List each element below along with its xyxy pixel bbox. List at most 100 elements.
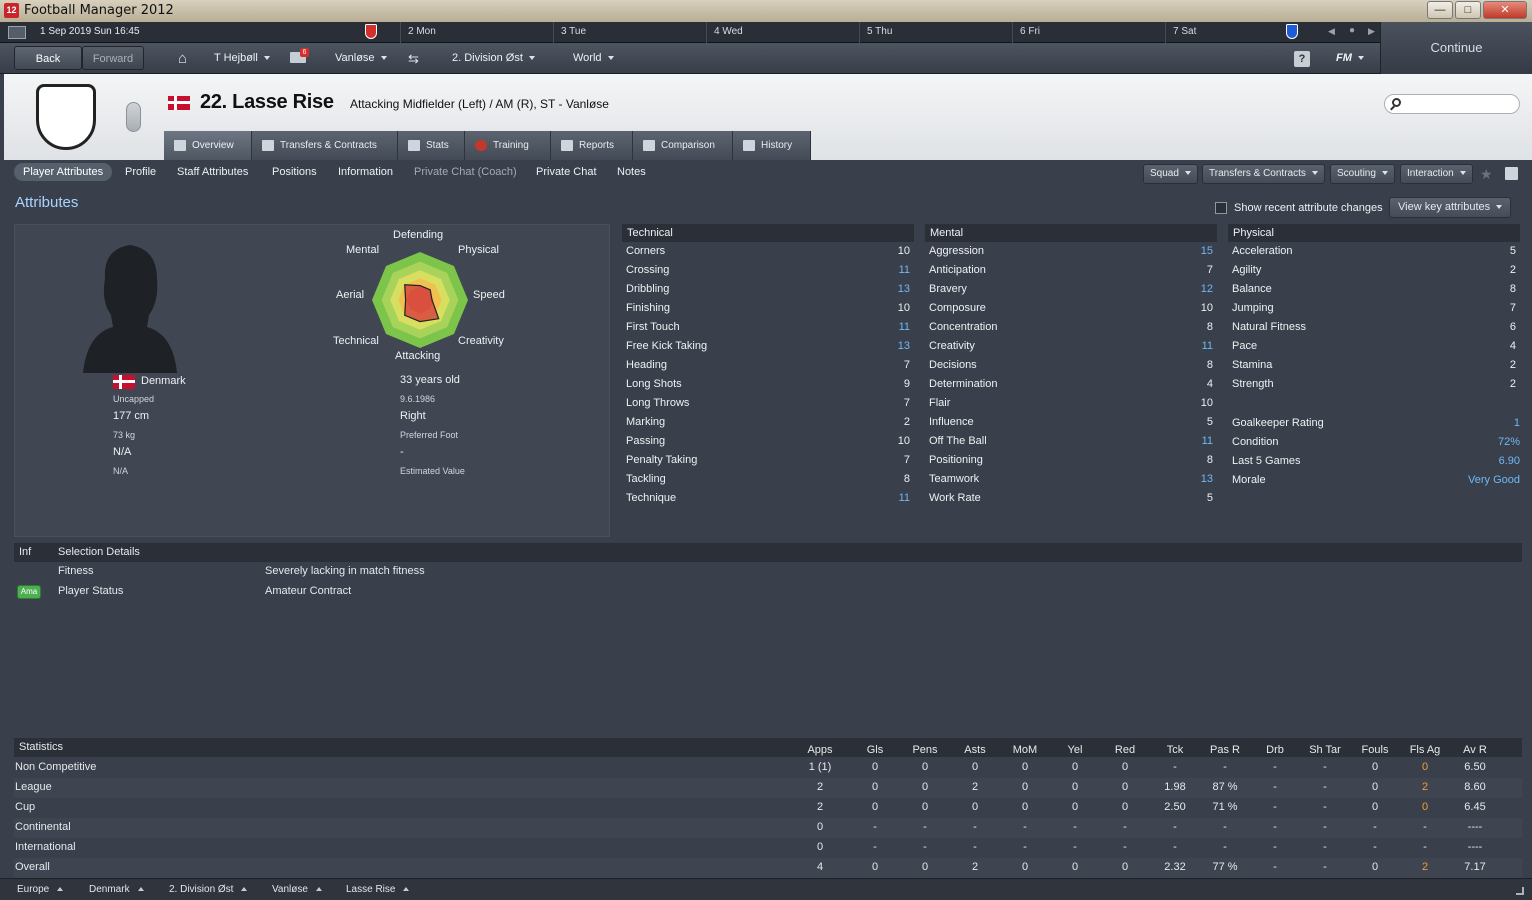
attribute-row[interactable]: Concentration 8	[924, 318, 1218, 337]
subtab-staff-attributes[interactable]: Staff Attributes	[177, 166, 248, 178]
breadcrumb-item[interactable]: Denmark	[89, 884, 144, 895]
attribute-row[interactable]: Balance 8	[1227, 280, 1521, 299]
stats-row[interactable]: Continental 0- - - - - - - - - - - - ----	[14, 818, 1522, 838]
attribute-row[interactable]: Technique 11	[621, 489, 915, 508]
subtab-player-attributes[interactable]: Player Attributes	[14, 163, 113, 181]
subtab-profile[interactable]: Profile	[125, 166, 156, 178]
tab-training[interactable]: Training	[465, 131, 551, 160]
calendar-day[interactable]: 7 Sat	[1173, 26, 1196, 37]
tab-reports[interactable]: Reports	[551, 131, 633, 160]
calendar-day[interactable]: 3 Tue	[561, 26, 586, 37]
scouting-menu[interactable]: Scouting	[1330, 164, 1395, 184]
nationality[interactable]: Denmark	[141, 375, 186, 387]
match-club-icon[interactable]	[365, 24, 377, 39]
search-input[interactable]	[1384, 94, 1520, 114]
manager-menu[interactable]: T Hejbøll	[214, 52, 270, 64]
forward-button[interactable]: Forward	[82, 46, 144, 70]
attribute-row[interactable]: First Touch 11	[621, 318, 915, 337]
subtab-notes[interactable]: Notes	[617, 166, 646, 178]
breadcrumb-item[interactable]: Vanløse	[272, 884, 322, 895]
star-icon[interactable]: ★	[1480, 166, 1493, 183]
attribute-row[interactable]: Natural Fitness 6	[1227, 318, 1521, 337]
physical-extra-row[interactable]: Last 5 Games 6.90	[1227, 452, 1525, 471]
fm-menu[interactable]: FM	[1336, 52, 1364, 64]
attribute-row[interactable]: Agility 2	[1227, 261, 1521, 280]
attribute-row[interactable]: Aggression 15	[924, 242, 1218, 261]
physical-extra-row[interactable]: Goalkeeper Rating 1	[1227, 414, 1525, 433]
attribute-row[interactable]: Anticipation 7	[924, 261, 1218, 280]
attribute-row[interactable]: Penalty Taking 7	[621, 451, 915, 470]
attribute-row[interactable]: Work Rate 5	[924, 489, 1218, 508]
notes-icon[interactable]	[1505, 167, 1518, 180]
stats-row[interactable]: League 2 0 0 2 0 0 0 1.98 87 % - - 0 2 8.60	[14, 778, 1522, 798]
attribute-row[interactable]: Tackling 8	[621, 470, 915, 489]
attribute-row[interactable]: Teamwork 13	[924, 470, 1218, 489]
attribute-row[interactable]: Off The Ball 11	[924, 432, 1218, 451]
attribute-row[interactable]: Dribbling 13	[621, 280, 915, 299]
resize-grip-icon[interactable]	[1516, 887, 1524, 895]
breadcrumb-item[interactable]: Europe	[17, 884, 63, 895]
match-club-icon[interactable]	[1286, 24, 1298, 39]
attribute-row[interactable]: Marking 2	[621, 413, 915, 432]
attribute-row[interactable]: Long Throws 7	[621, 394, 915, 413]
world-menu[interactable]: World	[573, 52, 614, 64]
tab-comparison[interactable]: Comparison	[633, 131, 733, 160]
attribute-row[interactable]: Acceleration 5	[1227, 242, 1521, 261]
attribute-row[interactable]: Heading 7	[621, 356, 915, 375]
calendar-day[interactable]: 2 Mon	[408, 26, 436, 37]
calendar-day[interactable]: 5 Thu	[867, 26, 892, 37]
club-menu[interactable]: Vanløse	[335, 52, 387, 64]
minimize-button[interactable]: —	[1427, 1, 1453, 19]
home-icon[interactable]: ⌂	[178, 51, 187, 66]
stats-row[interactable]: Cup 2 0 0 0 0 0 0 2.50 71 % - - 0 0 6.45	[14, 798, 1522, 818]
attribute-row[interactable]: Strength 2	[1227, 375, 1521, 394]
recent-changes-checkbox[interactable]	[1215, 202, 1227, 214]
next-icon[interactable]: ▶	[1368, 26, 1375, 37]
transfers-contracts-menu[interactable]: Transfers & Contracts	[1202, 164, 1325, 184]
attribute-row[interactable]: Bravery 12	[924, 280, 1218, 299]
breadcrumb-item[interactable]: Lasse Rise	[346, 884, 409, 895]
attribute-row[interactable]: Positioning 8	[924, 451, 1218, 470]
calendar-day[interactable]: 6 Fri	[1020, 26, 1040, 37]
attribute-row[interactable]: Decisions 8	[924, 356, 1218, 375]
calendar-icon[interactable]	[8, 26, 26, 39]
attribute-row[interactable]: Pace 4	[1227, 337, 1521, 356]
stats-row[interactable]: Non Competitive 1 (1) 0 0 0 0 0 0 - - - - 0 0 6.50	[14, 758, 1522, 778]
view-key-attributes-button[interactable]: View key attributes	[1389, 197, 1511, 218]
stats-row[interactable]: Overall 4 0 0 2 0 0 0 2.32 77 % - - 0 2 7.17	[14, 858, 1522, 878]
stats-row[interactable]: International 0- - - - - - - - - - - - ----	[14, 838, 1522, 858]
subtab-private-chat[interactable]: Private Chat	[536, 166, 597, 178]
help-button[interactable]: ?	[1294, 51, 1310, 67]
attribute-row[interactable]: Passing 10	[621, 432, 915, 451]
attribute-row[interactable]: Free Kick Taking 13	[621, 337, 915, 356]
attribute-row[interactable]: Influence 5	[924, 413, 1218, 432]
attribute-row[interactable]: Jumping 7	[1227, 299, 1521, 318]
tab-transfers-contracts[interactable]: Transfers & Contracts	[252, 131, 398, 160]
breadcrumb-item[interactable]: 2. Division Øst	[169, 884, 247, 895]
tab-overview[interactable]: Overview	[164, 131, 252, 160]
subtab-positions[interactable]: Positions	[272, 166, 317, 178]
maximize-button[interactable]: □	[1455, 1, 1481, 19]
subtab-private-chat-coach[interactable]: Private Chat (Coach)	[414, 166, 517, 178]
player-scroll-icon[interactable]	[126, 102, 141, 132]
physical-extra-row[interactable]: Condition 72%	[1227, 433, 1525, 452]
attribute-row[interactable]: Corners 10	[621, 242, 915, 261]
continue-button[interactable]: Continue	[1380, 22, 1532, 74]
subtab-information[interactable]: Information	[338, 166, 393, 178]
attribute-row[interactable]: Stamina 2	[1227, 356, 1521, 375]
attribute-row[interactable]: Long Shots 9	[621, 375, 915, 394]
swap-icon[interactable]: ⇆	[408, 51, 419, 67]
tab-history[interactable]: History	[733, 131, 811, 160]
division-menu[interactable]: 2. Division Øst	[452, 52, 535, 64]
attribute-row[interactable]: Flair 10	[924, 394, 1218, 413]
calendar-day[interactable]: 4 Wed	[714, 26, 743, 37]
tab-stats[interactable]: Stats	[398, 131, 465, 160]
attribute-row[interactable]: Composure 10	[924, 299, 1218, 318]
squad-menu[interactable]: Squad	[1143, 164, 1198, 184]
attribute-row[interactable]: Finishing 10	[621, 299, 915, 318]
dot-icon[interactable]: ●	[1349, 25, 1355, 36]
close-button[interactable]: ✕	[1483, 1, 1527, 19]
attribute-row[interactable]: Crossing 11	[621, 261, 915, 280]
attribute-row[interactable]: Creativity 11	[924, 337, 1218, 356]
attribute-row[interactable]: Determination 4	[924, 375, 1218, 394]
